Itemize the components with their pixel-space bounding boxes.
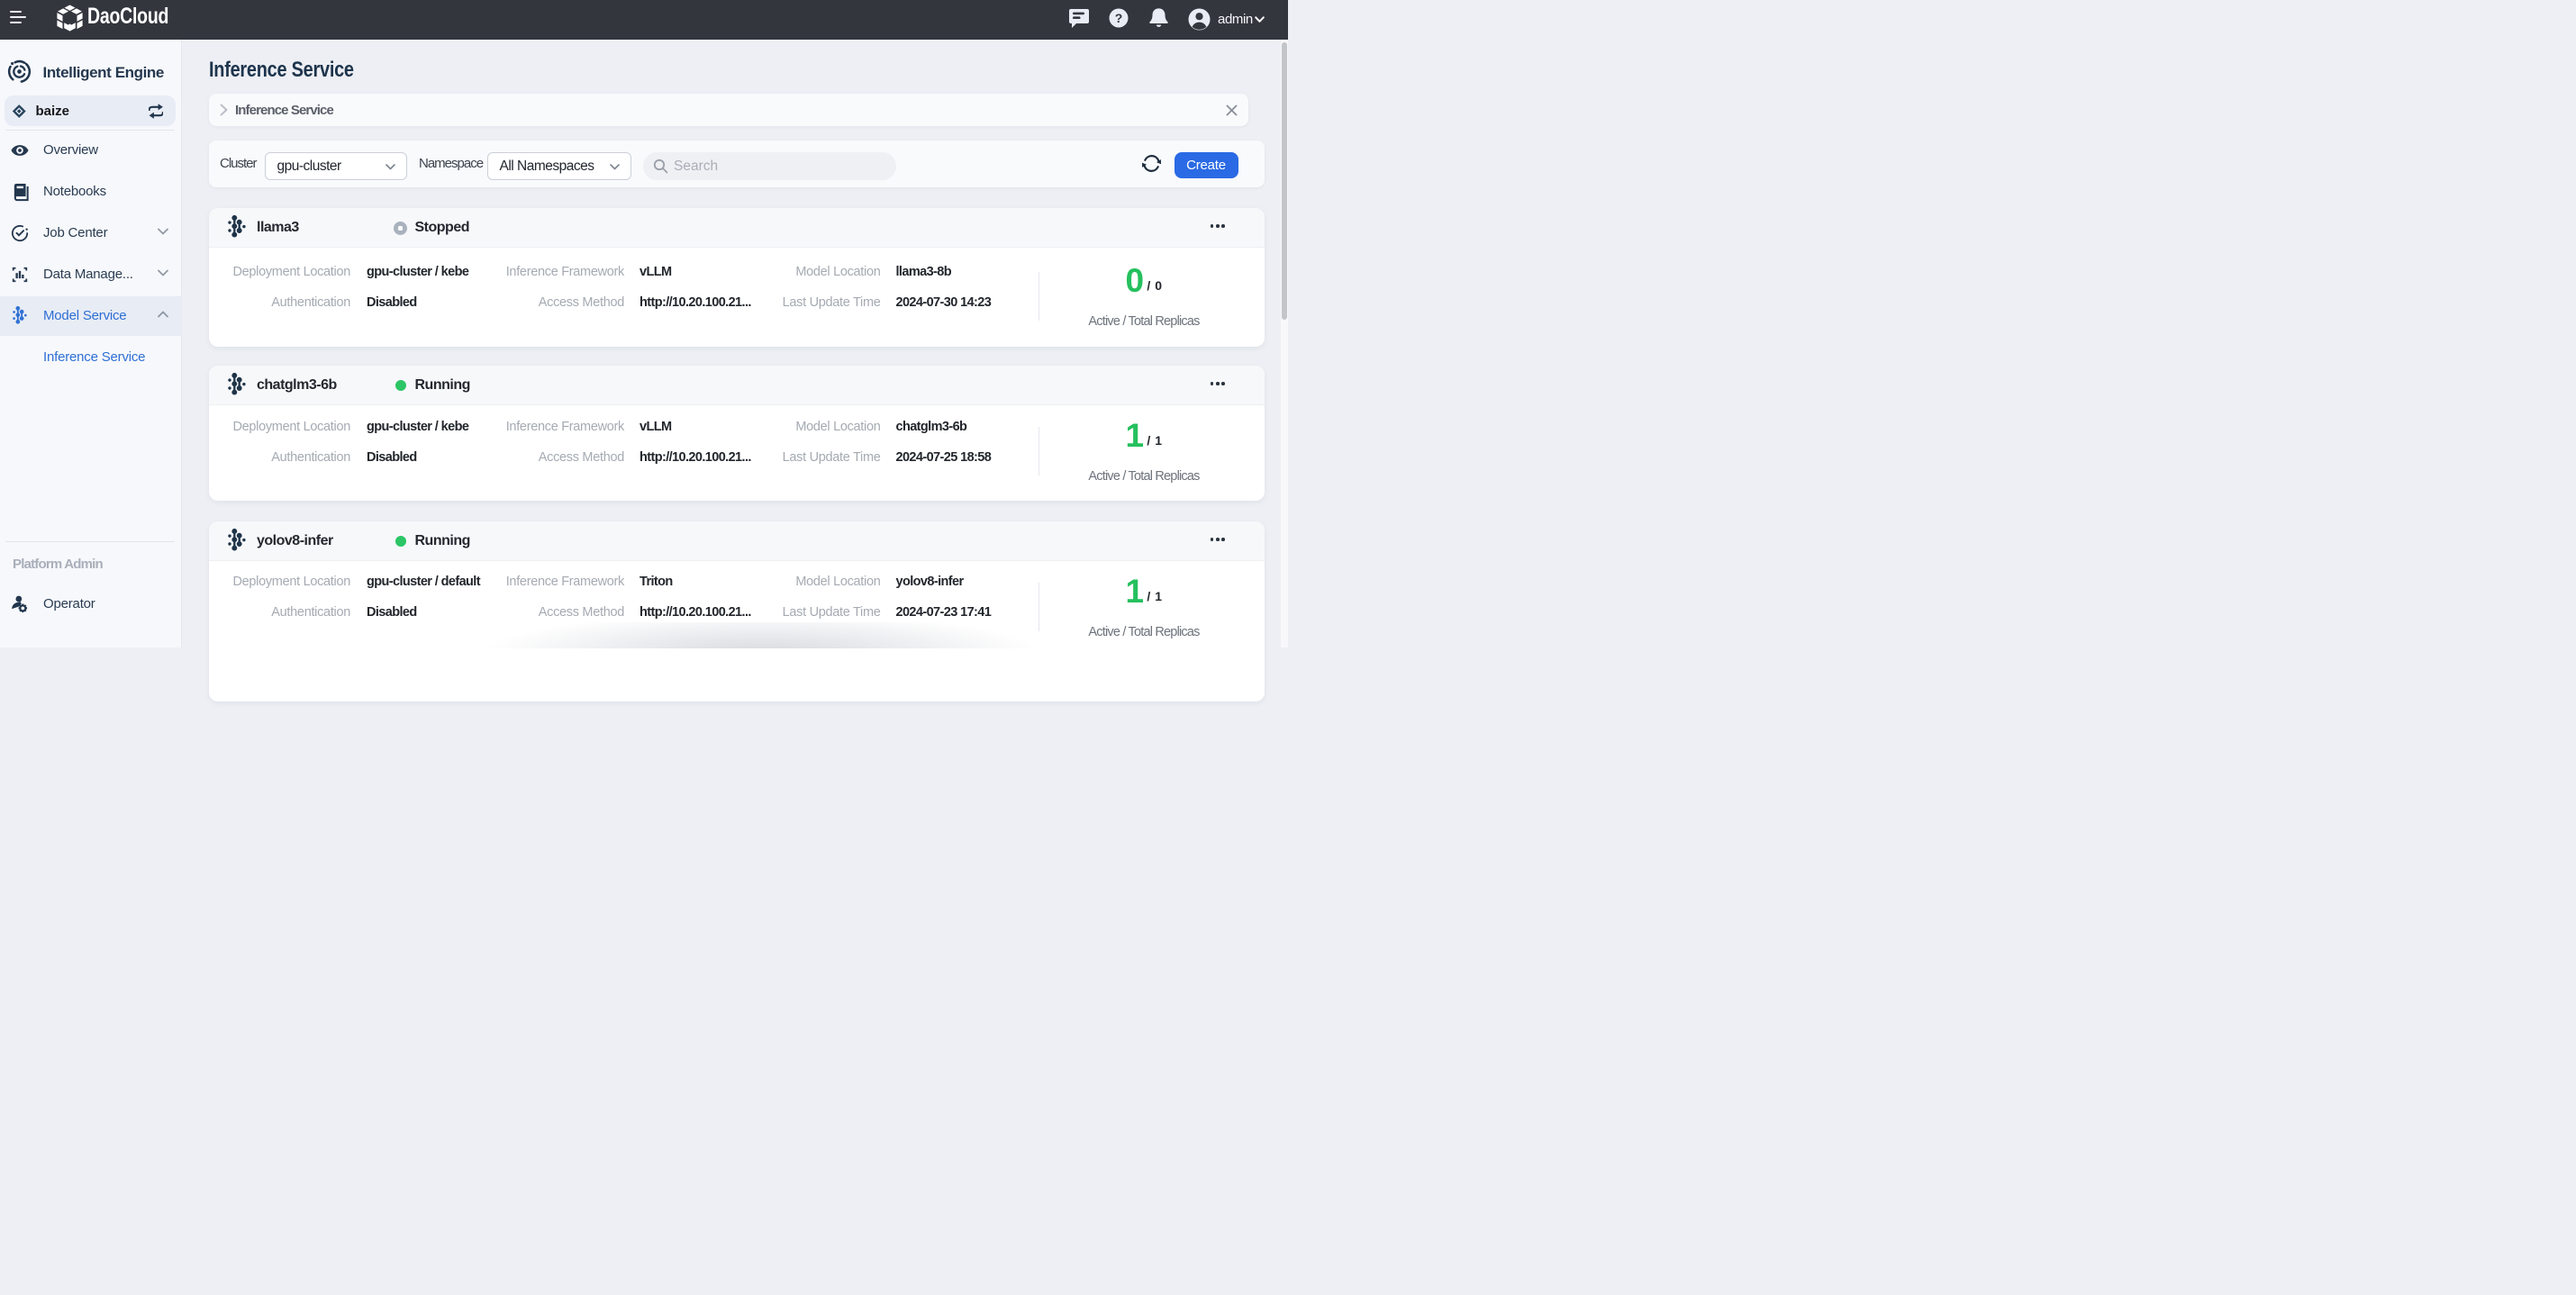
svg-text:?: ?: [1115, 11, 1123, 25]
